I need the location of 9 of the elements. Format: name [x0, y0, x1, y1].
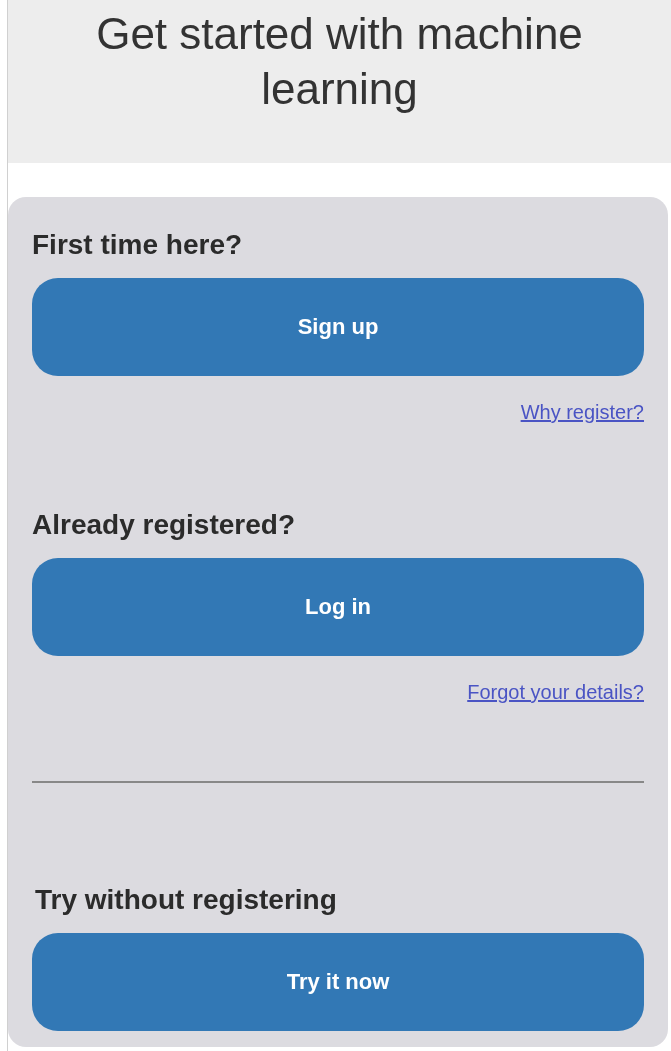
- section-heading: Already registered?: [32, 508, 296, 542]
- action-button[interactable]: Sign up: [32, 278, 644, 376]
- help-link[interactable]: Why register?: [520, 400, 644, 424]
- page-title: Get started with machine learning: [95, 8, 584, 115]
- section-heading: Try without registering: [34, 883, 338, 917]
- help-link[interactable]: Forgot your details?: [467, 680, 644, 704]
- section-heading: First time here?: [32, 228, 244, 262]
- action-button[interactable]: Log in: [32, 558, 644, 656]
- action-button[interactable]: Try it now: [32, 933, 644, 1031]
